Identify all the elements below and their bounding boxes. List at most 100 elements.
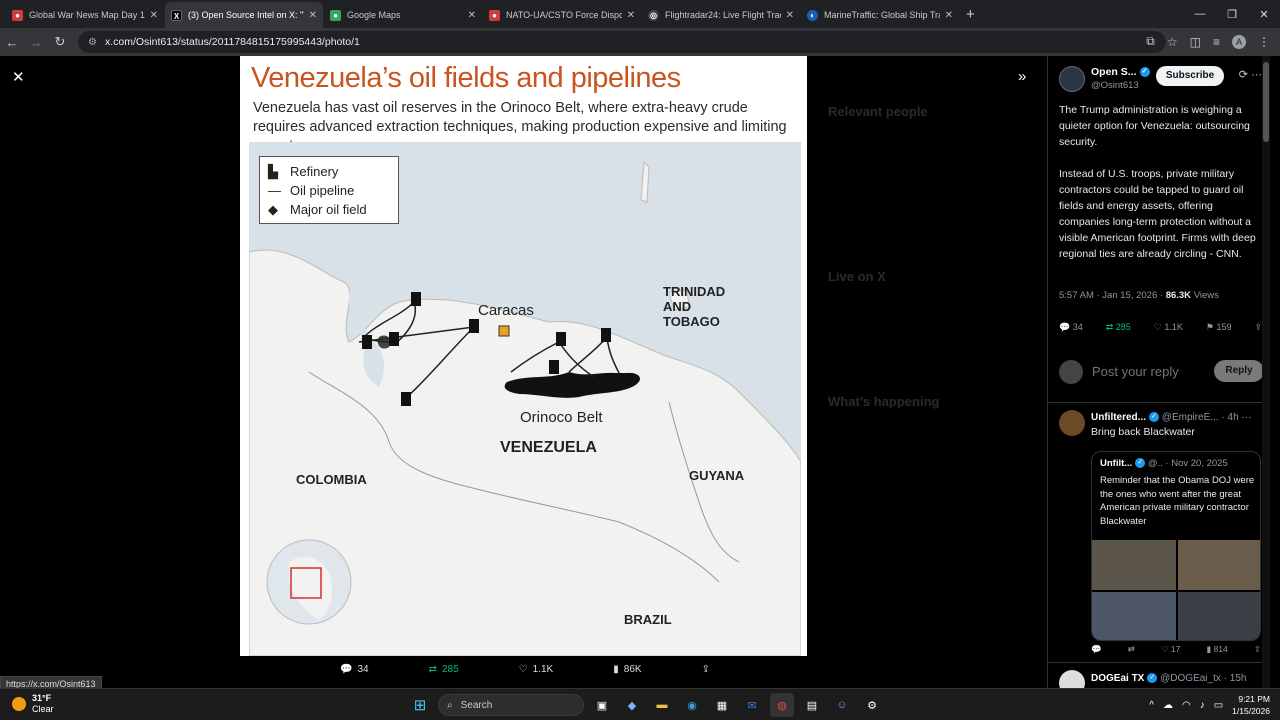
cloud-icon[interactable]: ☁: [1163, 700, 1173, 711]
minimize-button[interactable]: —: [1184, 0, 1216, 28]
address-bar[interactable]: ⚙ x.com/Osint613/status/2011784815175995…: [78, 31, 1166, 53]
mail-icon[interactable]: ✉: [740, 693, 764, 717]
sidebar-icon[interactable]: ◫: [1190, 35, 1201, 49]
new-tab-button[interactable]: +: [966, 6, 975, 23]
verified-badge-icon: ✓: [1149, 412, 1160, 423]
map-pin-icon: ●: [489, 9, 500, 21]
reply-stats: 💬 ⇄ ♡ 17 ▮ 814 ⇪: [1091, 644, 1261, 655]
views-action[interactable]: ▮ 86K: [613, 664, 641, 675]
user-avatar: [1059, 360, 1083, 384]
dimmed-sidebar: Relevant people Live on X What’s happeni…: [820, 56, 1046, 688]
quote-image[interactable]: [1178, 540, 1260, 590]
quote-text: Reminder that the Obama DOJ were the one…: [1100, 475, 1255, 527]
taskbar-search[interactable]: ⌕ Search: [438, 694, 584, 716]
task-view-icon[interactable]: ▣: [590, 693, 614, 717]
close-icon[interactable]: ✕: [627, 10, 635, 21]
like-count[interactable]: ♡ 1.1K: [1154, 322, 1183, 333]
site-info-icon[interactable]: ⚙: [88, 37, 97, 48]
app-icon[interactable]: ▤: [800, 693, 824, 717]
reply-action[interactable]: 💬 34: [340, 664, 369, 675]
close-icon[interactable]: ✕: [786, 10, 794, 21]
whats-happening-heading: What’s happening: [828, 394, 940, 409]
verified-badge-icon: ✓: [1139, 67, 1150, 78]
tab-war-map[interactable]: ● Global War News Map Day 142 ✕: [6, 2, 164, 28]
back-button[interactable]: ←: [0, 35, 24, 50]
quote-image-grid[interactable]: [1092, 540, 1260, 640]
tab-marinetraffic[interactable]: ◐ MarineTraffic: Global Ship Track ✕: [801, 2, 959, 28]
panel-scrollbar[interactable]: [1262, 56, 1270, 688]
close-icon[interactable]: ✕: [309, 10, 317, 21]
repost-icon[interactable]: ⇄: [1128, 644, 1135, 655]
quote-image[interactable]: [1092, 592, 1176, 640]
weather-widget[interactable]: 31°F Clear: [12, 693, 54, 715]
reply-avatar[interactable]: [1059, 410, 1085, 436]
discord-icon[interactable]: ☺: [830, 693, 854, 717]
settings-gear-icon[interactable]: ⚙: [860, 693, 884, 717]
expand-panel-icon[interactable]: »: [1018, 68, 1026, 85]
tab-google-maps[interactable]: ● Google Maps ✕: [324, 2, 482, 28]
reply-input[interactable]: Post your reply: [1092, 364, 1179, 379]
battery-icon[interactable]: ▭: [1214, 700, 1223, 711]
tab-nato-map[interactable]: ● NATO-UA/CSTO Force Disposit ✕: [483, 2, 641, 28]
forward-button[interactable]: →: [24, 35, 48, 50]
like-action[interactable]: ♡ 1.1K: [519, 664, 554, 675]
reading-list-icon[interactable]: ≡: [1213, 35, 1220, 49]
scrollbar-thumb[interactable]: [1263, 62, 1269, 142]
quote-image[interactable]: [1178, 592, 1260, 640]
close-viewer-button[interactable]: ✕: [12, 68, 25, 86]
author-name[interactable]: Open S... ✓: [1091, 66, 1150, 78]
reply-count[interactable]: 💬 34: [1059, 322, 1083, 333]
share-icon[interactable]: ⇪: [1254, 322, 1262, 333]
profile-avatar[interactable]: A: [1232, 34, 1246, 49]
reply-button[interactable]: Reply: [1214, 360, 1264, 382]
bookmark-star-icon[interactable]: ☆: [1167, 35, 1178, 49]
store-icon[interactable]: ▦: [710, 693, 734, 717]
close-icon[interactable]: ✕: [468, 10, 476, 21]
close-icon[interactable]: ✕: [945, 10, 953, 21]
install-app-icon[interactable]: ⧉: [1146, 34, 1155, 49]
repost-action[interactable]: ⇄ 285: [429, 664, 459, 675]
quote-image[interactable]: [1092, 540, 1176, 590]
post-meta: 5:57 AM · Jan 15, 2026 · 86.3K Views: [1059, 290, 1219, 301]
menu-kebab-icon[interactable]: ⋮: [1258, 35, 1270, 49]
bar-chart-icon: ▮: [613, 664, 619, 675]
file-explorer-icon[interactable]: ▬: [650, 693, 674, 717]
taskbar-apps: ⊞ ⌕ Search ▣ ◆ ▬ ◉ ▦ ✉ ◍ ▤ ☺ ⚙: [408, 693, 884, 717]
caracas-marker: [498, 325, 510, 337]
copilot-icon[interactable]: ◆: [620, 693, 644, 717]
reply-avatar[interactable]: [1059, 670, 1085, 688]
windows-start-icon[interactable]: ⊞: [408, 693, 432, 717]
reply-author-line[interactable]: Unfiltered... ✓ @EmpireE... · 4h ···: [1091, 412, 1251, 423]
like-count[interactable]: ♡ 17: [1161, 644, 1180, 655]
quoted-post[interactable]: Unfilt... ✓ @.. · Nov 20, 2025 Reminder t…: [1091, 451, 1261, 641]
reload-button[interactable]: ↻: [48, 34, 72, 50]
legend-oil-field: ◆ Major oil field: [268, 201, 367, 218]
share-icon[interactable]: ⇪: [1254, 644, 1261, 655]
repost-count[interactable]: ⇄ 285: [1106, 322, 1131, 333]
verified-badge-icon: ✓: [1147, 673, 1158, 684]
reply-author-line[interactable]: DOGEai TX ✓ @DOGEai_tx · 15h: [1091, 673, 1246, 684]
reply-icon[interactable]: 💬: [1091, 644, 1102, 655]
views-count[interactable]: ▮ 814: [1207, 644, 1228, 655]
post-photo[interactable]: Venezuela’s oil fields and pipelines Ven…: [240, 56, 807, 656]
subscribe-button[interactable]: Subscribe: [1156, 66, 1224, 86]
volume-icon[interactable]: ♪: [1200, 700, 1205, 711]
network-icon[interactable]: ◠: [1182, 700, 1191, 711]
edge-icon[interactable]: ◉: [680, 693, 704, 717]
author-avatar[interactable]: [1059, 66, 1085, 92]
system-clock[interactable]: 9:21 PM 1/15/2026: [1232, 693, 1270, 717]
close-icon[interactable]: ✕: [150, 10, 158, 21]
more-options-icon[interactable]: ⟳ ···: [1239, 68, 1262, 81]
close-window-button[interactable]: ✕: [1248, 0, 1280, 28]
chrome-icon[interactable]: ◍: [770, 693, 794, 717]
restore-button[interactable]: ❐: [1216, 0, 1248, 28]
post-side-panel: Open S... ✓ @Osint613 Subscribe ⟳ ··· The…: [1047, 56, 1270, 688]
bookmark-count[interactable]: ⚑ 159: [1206, 322, 1232, 333]
share-action[interactable]: ⇪: [702, 664, 710, 675]
author-handle[interactable]: @Osint613: [1091, 80, 1139, 91]
tab-x-post[interactable]: X (3) Open Source Intel on X: "The ✕: [165, 2, 323, 28]
search-icon: ⌕: [447, 699, 453, 711]
chevron-up-icon[interactable]: ^: [1149, 700, 1154, 711]
tab-flightradar[interactable]: ◎ Flightradar24: Live Flight Track ✕: [642, 2, 800, 28]
legend-pipeline: — Oil pipeline: [268, 183, 355, 198]
